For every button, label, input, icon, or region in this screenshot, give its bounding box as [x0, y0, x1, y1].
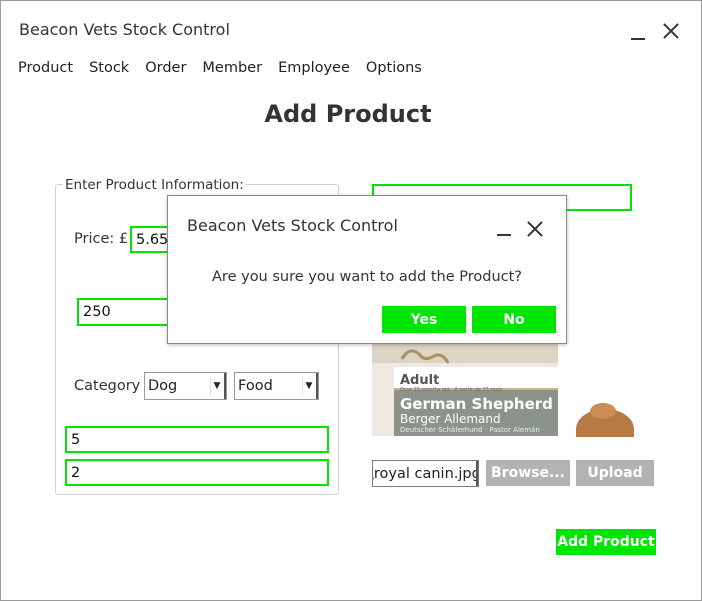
dialog-window-controls: [495, 219, 543, 237]
product-image-text-age: Over 15 months old · A partir de 15 mois: [400, 387, 503, 393]
category-type-select[interactable]: Food ▼: [234, 372, 319, 400]
menu-item-order[interactable]: Order: [145, 60, 186, 76]
confirm-dialog: Beacon Vets Stock Control Are you sure y…: [167, 195, 567, 344]
yes-button[interactable]: Yes: [382, 306, 466, 333]
dialog-title: Beacon Vets Stock Control: [187, 216, 398, 235]
category-type-value: Food: [238, 378, 273, 394]
page-title: Add Product: [264, 100, 432, 128]
image-path-input[interactable]: \royal canin.jpg: [372, 460, 479, 487]
dialog-message: Are you sure you want to add the Product…: [212, 269, 522, 285]
price-label: Price: £: [74, 231, 129, 247]
close-icon[interactable]: [525, 219, 543, 237]
minimize-icon[interactable]: [629, 21, 649, 41]
main-window: Beacon Vets Stock Control Product Stock …: [0, 0, 702, 601]
chevron-down-icon: ▼: [210, 377, 223, 395]
image-path-value: \royal canin.jpg: [372, 465, 479, 482]
product-info-group-label: Enter Product Information:: [63, 177, 246, 193]
category-animal-select[interactable]: Dog ▼: [144, 372, 227, 400]
product-image-text-breed-fr: Berger Allemand: [400, 412, 501, 426]
menu-bar: Product Stock Order Member Employee Opti…: [18, 60, 422, 76]
category-animal-value: Dog: [148, 378, 178, 394]
kibble-image: [576, 401, 636, 437]
menu-item-member[interactable]: Member: [202, 60, 262, 76]
no-button[interactable]: No: [472, 306, 556, 333]
product-image-text-breed-de: Deutscher Schäferhund · Pastor Alemán: [400, 426, 540, 434]
add-product-button[interactable]: Add Product: [556, 529, 656, 555]
product-image-text-breed: German Shepherd: [400, 395, 553, 413]
menu-item-options[interactable]: Options: [366, 60, 422, 76]
menu-item-product[interactable]: Product: [18, 60, 73, 76]
upload-button[interactable]: Upload: [576, 460, 654, 486]
window-title: Beacon Vets Stock Control: [19, 20, 230, 39]
menu-item-stock[interactable]: Stock: [89, 60, 129, 76]
category-label: Category: [74, 378, 141, 394]
window-controls: [629, 21, 681, 41]
close-icon[interactable]: [661, 21, 681, 41]
chevron-down-icon: ▼: [302, 377, 315, 395]
field-b-input[interactable]: 2: [65, 459, 329, 486]
product-image-text-adult: Adult: [400, 373, 440, 388]
browse-button[interactable]: Browse...: [486, 460, 570, 486]
minimize-icon[interactable]: [495, 219, 513, 237]
menu-item-employee[interactable]: Employee: [278, 60, 350, 76]
field-a-input[interactable]: 5: [65, 426, 329, 453]
product-image: Adult Over 15 months old · A partir de 1…: [372, 339, 572, 436]
